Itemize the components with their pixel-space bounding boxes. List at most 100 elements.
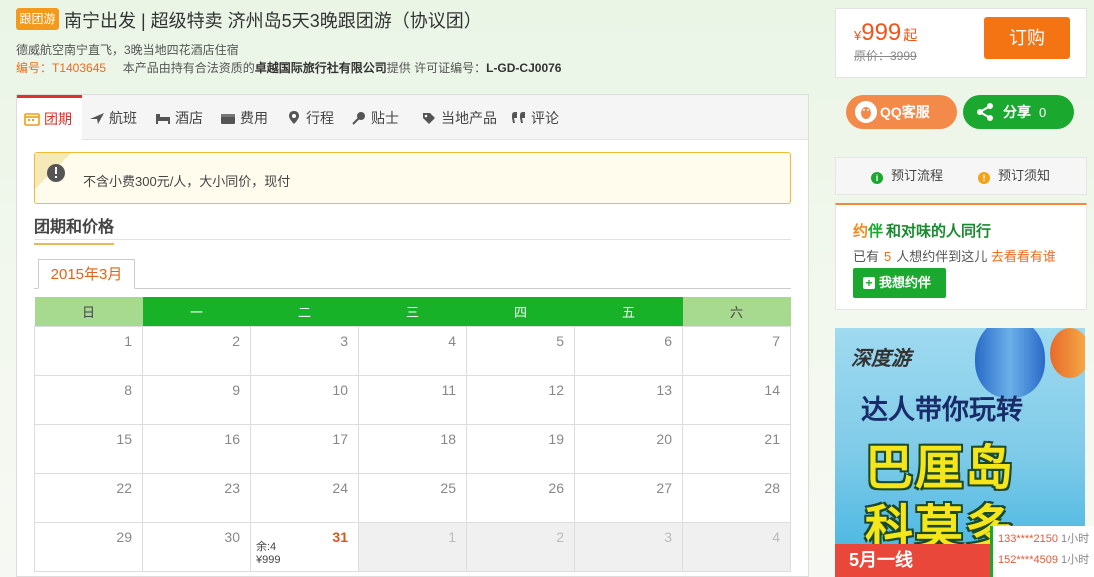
- seats-remaining: 余:4: [256, 540, 277, 553]
- tab-tips[interactable]: 贴士: [351, 95, 399, 140]
- calendar-day-next-month: 3: [574, 521, 683, 572]
- weekday-thu: 四: [466, 297, 575, 326]
- calendar-day: 12: [466, 374, 575, 425]
- departure-info: 余:4 ¥999: [256, 541, 280, 567]
- plane-icon: [90, 113, 104, 124]
- calendar-day: 25: [358, 472, 467, 523]
- qq-service-button[interactable]: QQ客服: [846, 95, 957, 129]
- quote-icon: [512, 112, 525, 123]
- companion-title: 和对味的人同行: [886, 223, 992, 240]
- pushpin-icon: [352, 112, 365, 125]
- see-who-link[interactable]: 去看看有谁: [991, 249, 1056, 264]
- order-button[interactable]: 订购: [984, 17, 1070, 59]
- calendar-day: 7: [682, 325, 791, 376]
- calendar-day: 2: [142, 325, 251, 376]
- alert-icon: [35, 153, 71, 189]
- booking-links: i 预订流程 ! 预订须知: [835, 157, 1087, 195]
- provider-suffix: 提供 许可证编号：: [386, 61, 487, 75]
- calendar-day: 9: [142, 374, 251, 425]
- license-number: L-GD-CJ0076: [486, 61, 562, 75]
- tab-itinerary[interactable]: 行程: [286, 95, 334, 140]
- calendar-day-next-month: 4: [682, 521, 791, 572]
- share-icon: [977, 103, 993, 121]
- calendar-day: 6: [574, 325, 683, 376]
- tour-type-badge: 跟团游: [16, 8, 59, 30]
- exclamation-icon: !: [978, 172, 990, 184]
- ticker-item: 152****4509 1小时: [998, 554, 1090, 566]
- provider-prefix: 本产品由持有合法资质的: [122, 61, 255, 75]
- calendar-week: 15 16 17 18 19 20 21: [34, 423, 791, 474]
- tab-reviews[interactable]: 评论: [511, 95, 559, 140]
- share-count: 0: [1039, 105, 1047, 120]
- calendar-day: 18: [358, 423, 467, 474]
- calendar-day: 22: [34, 472, 143, 523]
- calendar-day: 14: [682, 374, 791, 425]
- companion-count: 已有 5 人想约伴到这儿 去看看有谁: [853, 249, 1056, 264]
- provider-name[interactable]: 卓越国际旅行社有限公司: [255, 61, 387, 75]
- month-tab[interactable]: 2015年3月: [38, 259, 135, 289]
- calendar-day: 3: [250, 325, 359, 376]
- section-title: 团期和价格: [34, 213, 115, 245]
- order-ticker: 133****2150 1小时 152****4509 1小时: [990, 526, 1094, 577]
- tab-flight[interactable]: 航班: [89, 95, 137, 140]
- calendar-day: 29: [34, 521, 143, 572]
- booking-flow-link[interactable]: i 预订流程: [871, 158, 943, 194]
- calendar-day: 30: [142, 521, 251, 572]
- calendar-day-departure[interactable]: 31 余:4 ¥999: [250, 521, 359, 572]
- section-divider: [34, 239, 791, 240]
- calendar-day: 28: [682, 472, 791, 523]
- weekday-sun: 日: [34, 297, 143, 326]
- price-box: ¥999 起 原价：3999 订购: [835, 8, 1087, 78]
- calendar-day: 8: [34, 374, 143, 425]
- hot-air-balloon-image: [1050, 328, 1085, 378]
- tab-schedule[interactable]: 团期: [17, 95, 82, 141]
- plus-icon: +: [863, 277, 875, 289]
- calendar-day: 19: [466, 423, 575, 474]
- calendar-day: 15: [34, 423, 143, 474]
- calendar-day: 10: [250, 374, 359, 425]
- calendar-day: 13: [574, 374, 683, 425]
- calendar-day: 20: [574, 423, 683, 474]
- calendar-week: 8 9 10 11 12 13 14: [34, 374, 791, 425]
- product-subtitle: 德威航空南宁直飞，3晚当地四花酒店住宿: [16, 43, 239, 57]
- tab-cost[interactable]: 费用: [220, 95, 268, 140]
- main-panel: 团期 航班 酒店 费用 行程 贴士 当地产品 评论 不含小费300元/人，大小同…: [16, 94, 809, 577]
- calendar-day: 24: [250, 472, 359, 523]
- tag-icon: [423, 113, 435, 124]
- tab-local-products[interactable]: 当地产品: [421, 95, 497, 140]
- original-price: 原价：3999: [854, 49, 917, 63]
- tab-bar: 团期 航班 酒店 费用 行程 贴士 当地产品 评论: [17, 95, 808, 141]
- calendar-day-next-month: 2: [466, 521, 575, 572]
- calendar-day-next-month: 1: [358, 521, 467, 572]
- notice-box: 不含小费300元/人，大小同价，现付: [34, 152, 791, 204]
- calendar-icon: [24, 113, 40, 126]
- find-companion-button[interactable]: + 我想约伴: [853, 268, 946, 298]
- weekday-header: 日 一 二 三 四 五 六: [34, 297, 791, 326]
- calendar-week: 1 2 3 4 5 6 7: [34, 325, 791, 376]
- calendar-week: 29 30 31 余:4 ¥999 1 2 3 4: [34, 521, 791, 572]
- share-button[interactable]: 分享 0: [963, 95, 1074, 129]
- banner-brand: 深度游: [851, 348, 911, 370]
- calendar-day: 17: [250, 423, 359, 474]
- calendar-day: 4: [358, 325, 467, 376]
- ticker-item: 133****2150 1小时: [998, 533, 1090, 545]
- notice-text: 不含小费300元/人，大小同价，现付: [83, 174, 291, 189]
- product-title: 南宁出发 | 超级特卖 济州岛5天3晚跟团游（协议团）: [64, 11, 482, 31]
- calendar-day: 27: [574, 472, 683, 523]
- calendar-day: 11: [358, 374, 467, 425]
- calendar-day: 21: [682, 423, 791, 474]
- booking-notes-link[interactable]: ! 预订须知: [978, 158, 1050, 194]
- companion-logo: 约伴: [853, 223, 884, 240]
- calendar-day: 1: [34, 325, 143, 376]
- weekday-sat: 六: [682, 297, 791, 326]
- weekday-mon: 一: [142, 297, 251, 326]
- calendar-day: 5: [466, 325, 575, 376]
- departure-price: ¥999: [256, 553, 281, 566]
- calendar-week: 22 23 24 25 26 27 28: [34, 472, 791, 523]
- product-meta: 编号：T1403645 本产品由持有合法资质的卓越国际旅行社有限公司提供 许可证…: [16, 59, 561, 76]
- calendar-day: 16: [142, 423, 251, 474]
- location-pin-icon: [289, 111, 299, 124]
- product-code: 编号：T1403645: [16, 61, 107, 75]
- companion-panel: 约伴 和对味的人同行 已有 5 人想约伴到这儿 去看看有谁 + 我想约伴: [835, 203, 1087, 310]
- tab-hotel[interactable]: 酒店: [155, 95, 203, 140]
